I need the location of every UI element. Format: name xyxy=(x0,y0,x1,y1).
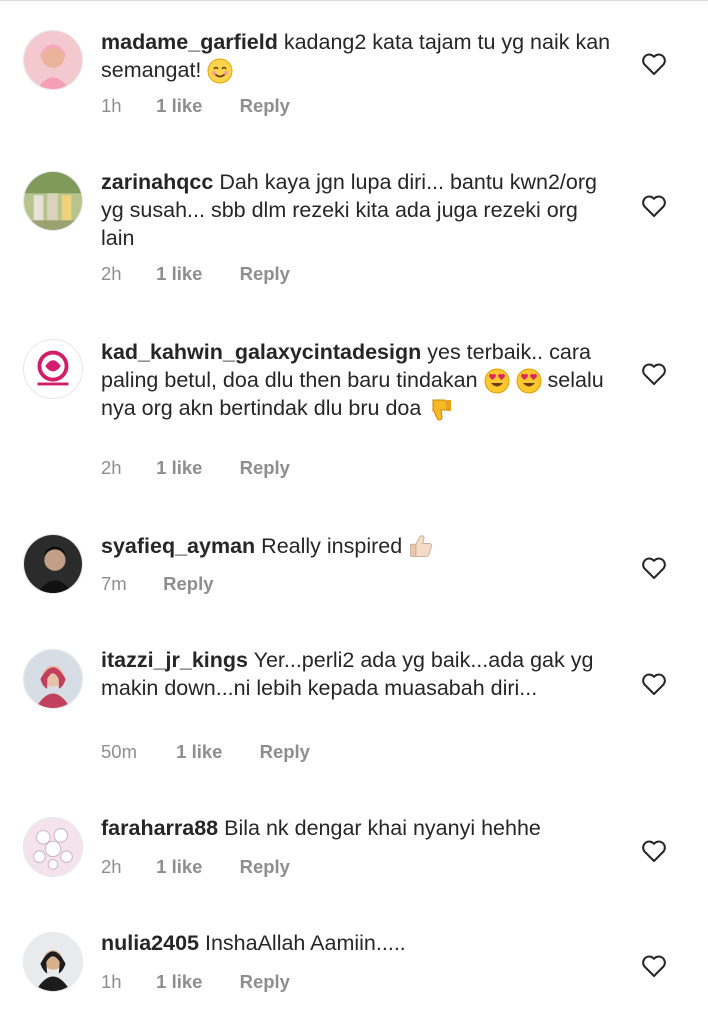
comment-meta: 2h 1 like Reply xyxy=(101,263,290,285)
heart-outline-icon[interactable] xyxy=(641,839,667,863)
comment-meta: 2h 1 like Reply xyxy=(101,856,290,878)
comment-meta: 1h 1 like Reply xyxy=(101,971,290,993)
comment-username[interactable]: kad_kahwin_galaxycintadesign xyxy=(101,340,421,364)
comment-time: 2h xyxy=(101,856,122,877)
avatar[interactable] xyxy=(23,817,83,877)
heart-outline-icon[interactable] xyxy=(641,194,667,218)
comment-text: itazzi_jr_kings Yer...perli2 ada yg baik… xyxy=(101,646,611,702)
comment-likes[interactable]: 1 like xyxy=(156,95,202,117)
reply-button[interactable]: Reply xyxy=(240,95,290,117)
comment-text: syafieq_ayman Really inspired xyxy=(101,532,611,561)
comment-meta: 2h 1 like Reply xyxy=(101,457,290,479)
comment-text: nulia2405 InshaAllah Aamiin..... xyxy=(101,929,611,957)
comment-username[interactable]: nulia2405 xyxy=(101,931,199,955)
comment-likes[interactable]: 1 like xyxy=(156,971,202,993)
smiling-face-emoji xyxy=(207,58,233,84)
heart-outline-icon[interactable] xyxy=(641,954,667,978)
thumbs-down-emoji xyxy=(427,397,453,423)
comment-likes[interactable]: 1 like xyxy=(156,856,202,878)
comment-username[interactable]: faraharra88 xyxy=(101,816,218,840)
comment-time: 50m xyxy=(101,741,137,762)
comment-text: zarinahqcc Dah kaya jgn lupa diri... ban… xyxy=(101,168,611,252)
avatar[interactable] xyxy=(23,534,83,594)
comment-meta: 7m Reply xyxy=(101,573,214,595)
avatar[interactable] xyxy=(23,171,83,231)
reply-button[interactable]: Reply xyxy=(240,457,290,479)
reply-button[interactable]: Reply xyxy=(240,263,290,285)
reply-button[interactable]: Reply xyxy=(240,856,290,878)
heart-eyes-emoji xyxy=(484,368,510,394)
comment-username[interactable]: itazzi_jr_kings xyxy=(101,648,248,672)
avatar[interactable] xyxy=(23,339,83,399)
reply-button[interactable]: Reply xyxy=(163,573,213,595)
thumbs-up-emoji xyxy=(408,533,438,561)
top-divider xyxy=(0,0,708,1)
comment-time: 1h xyxy=(101,95,122,116)
heart-outline-icon[interactable] xyxy=(641,556,667,580)
heart-eyes-emoji xyxy=(516,368,542,394)
comment-username[interactable]: madame_garfield xyxy=(101,30,278,54)
comment-username[interactable]: syafieq_ayman xyxy=(101,534,255,558)
avatar[interactable] xyxy=(23,932,83,992)
reply-button[interactable]: Reply xyxy=(260,741,310,763)
comment-time: 1h xyxy=(101,971,122,992)
comment-likes[interactable]: 1 like xyxy=(176,741,222,763)
comment-meta: 50m 1 like Reply xyxy=(101,741,310,763)
comment-text: kad_kahwin_galaxycintadesign yes terbaik… xyxy=(101,338,611,423)
reply-button[interactable]: Reply xyxy=(240,971,290,993)
comment-likes[interactable]: 1 like xyxy=(156,263,202,285)
comment-body: Really inspired xyxy=(261,534,403,558)
comment-text: madame_garfield kadang2 kata tajam tu yg… xyxy=(101,28,611,84)
comment-time: 2h xyxy=(101,263,122,284)
comment-time: 2h xyxy=(101,457,122,478)
comment-body: Bila nk dengar khai nyanyi hehhe xyxy=(224,816,541,840)
comment-username[interactable]: zarinahqcc xyxy=(101,170,213,194)
avatar[interactable] xyxy=(23,649,83,709)
heart-outline-icon[interactable] xyxy=(641,52,667,76)
heart-outline-icon[interactable] xyxy=(641,362,667,386)
comment-meta: 1h 1 like Reply xyxy=(101,95,290,117)
comment-likes[interactable]: 1 like xyxy=(156,457,202,479)
heart-outline-icon[interactable] xyxy=(641,672,667,696)
comment-time: 7m xyxy=(101,573,127,594)
avatar[interactable] xyxy=(23,30,83,90)
comment-text: faraharra88 Bila nk dengar khai nyanyi h… xyxy=(101,814,611,842)
comment-body: InshaAllah Aamiin..... xyxy=(204,931,406,955)
